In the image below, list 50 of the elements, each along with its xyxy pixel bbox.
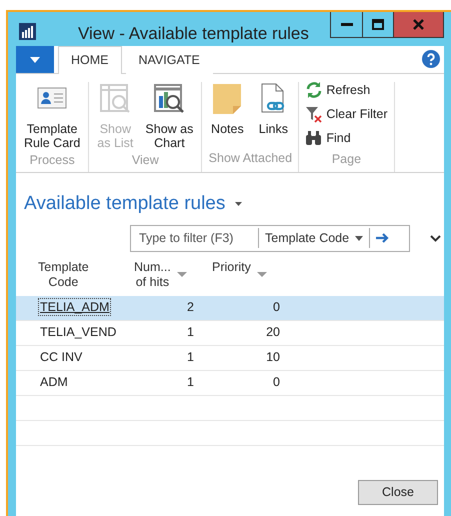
table-cell: 1 bbox=[187, 375, 194, 390]
ribbon-action-button[interactable]: Notes bbox=[208, 82, 246, 150]
table-row[interactable]: TELIA_ADM 2 0 bbox=[16, 296, 444, 320]
column-header[interactable]: Template Code bbox=[38, 260, 89, 291]
column-header[interactable]: Num... of hits bbox=[134, 260, 171, 291]
close-button[interactable] bbox=[393, 12, 443, 37]
caret-icon bbox=[355, 236, 364, 240]
table-cell: 1 bbox=[187, 325, 194, 340]
ribbon-tab[interactable]: HOME bbox=[58, 46, 122, 74]
filter-column-dropdown[interactable]: Template Code bbox=[259, 228, 370, 248]
maximize-icon bbox=[372, 19, 384, 30]
caret-icon[interactable] bbox=[235, 202, 242, 206]
window-title: View - Available template rules bbox=[78, 23, 310, 45]
binoculars-icon bbox=[305, 129, 324, 147]
close-icon bbox=[413, 19, 424, 30]
app-icon bbox=[19, 23, 36, 40]
table-cell: 2 bbox=[187, 300, 194, 314]
table-cell: TELIA_VEND bbox=[40, 325, 116, 340]
table-cell: 20 bbox=[266, 325, 280, 340]
group-label: Process bbox=[30, 152, 75, 169]
table-cell: 10 bbox=[266, 350, 280, 364]
refresh-icon bbox=[305, 81, 324, 99]
ribbon-action-button[interactable]: Refresh bbox=[305, 78, 370, 102]
ribbon-action-button[interactable]: Template Rule Card bbox=[22, 82, 82, 151]
table-row[interactable]: CC INV 1 10 bbox=[16, 346, 444, 370]
group-label: View bbox=[132, 152, 159, 169]
table-row[interactable]: ADM 1 0 bbox=[16, 370, 444, 396]
ribbon-action-button[interactable]: Find bbox=[305, 126, 351, 150]
expand-chevron-icon[interactable] bbox=[430, 234, 441, 242]
group-label: Page bbox=[332, 151, 362, 168]
clear-filter-icon bbox=[305, 105, 324, 123]
caret-icon bbox=[30, 56, 40, 62]
table-cell: CC INV bbox=[40, 350, 82, 364]
table-cell: 0 bbox=[273, 375, 280, 390]
table-cell: TELIA_ADM bbox=[40, 300, 110, 314]
page-title: Available template rules bbox=[24, 192, 226, 216]
filter-bar[interactable]: Type to filter (F3) Template Code bbox=[130, 224, 410, 252]
table-row[interactable]: TELIA_VEND 1 20 bbox=[16, 320, 444, 346]
close-button[interactable]: Close bbox=[358, 480, 438, 505]
ribbon-action-button[interactable]: Links bbox=[254, 82, 292, 150]
ribbon-action-button[interactable]: Clear Filter bbox=[305, 102, 388, 126]
ribbon-action-button[interactable]: Show as Chart bbox=[143, 82, 196, 151]
help-icon[interactable] bbox=[422, 50, 440, 68]
table-cell: 0 bbox=[273, 300, 280, 314]
table-cell: ADM bbox=[40, 375, 68, 390]
minimize-icon bbox=[340, 23, 352, 26]
table-cell: 1 bbox=[187, 350, 194, 364]
column-header[interactable]: Priority bbox=[212, 260, 251, 276]
group-label: Show Attached bbox=[208, 150, 292, 168]
application-menu-button[interactable] bbox=[16, 46, 54, 73]
